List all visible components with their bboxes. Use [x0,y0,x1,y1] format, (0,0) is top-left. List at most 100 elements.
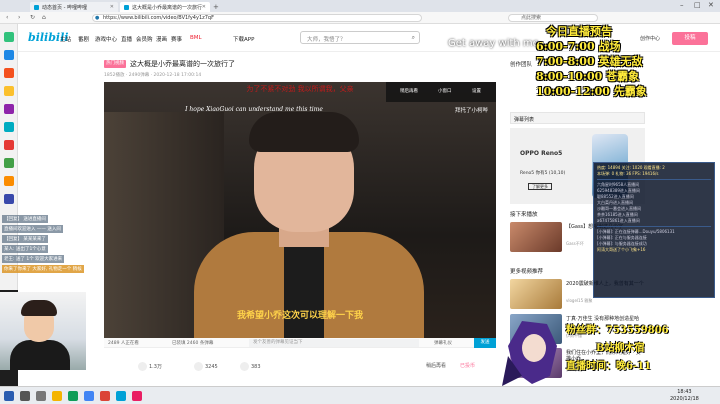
person-shirt [284,242,324,338]
lock-icon: ● [95,15,100,21]
video-player[interactable]: 为了不紧不对劲 我以所谓我，父亲 I hope XiaoGuoi can und… [104,82,496,338]
live-time-text: 直播时间：晚6-11 [566,361,652,372]
danmu-placeholder: 发个友善的弹幕见证当下 [253,340,303,345]
danmu-chat-overlay: 【回复】 送进直播间 直播间欢迎进入 —— 送入间 【回复】 某某某来了 某人:… [2,215,102,275]
new-tab-icon[interactable]: + [213,3,219,11]
schedule-line: 8:00-10:00 苍霸象 [536,70,640,83]
ad-brand: OPPO Reno5 [520,150,563,157]
watch-later-button[interactable]: 稍后再看 [400,88,418,94]
like-button[interactable]: 1.3万 [138,362,162,371]
nav-manga[interactable]: 漫画 [156,35,167,43]
clock-time: 18:43 [677,389,692,395]
ad-text: Reno5 你有5 (10,10) [520,171,566,176]
explorer-icon[interactable] [52,391,62,401]
subtitle-bottom: 我希望小乔这次可以理解一下我 [236,311,363,321]
system-clock[interactable]: 18:43 2020/12/18 [670,389,699,403]
tab-title: 动态首页 - 哔哩哔哩 [42,4,87,11]
sidebar-app-icon[interactable] [4,122,14,132]
home-icon[interactable]: ⌂ [42,14,46,21]
coin-count: 3245 [205,364,218,370]
character-face [522,334,546,362]
send-danmu-button[interactable]: 发送 [474,338,496,348]
settings-button[interactable]: 设置 [472,88,481,94]
search-icon[interactable]: ⌕ [412,34,415,42]
start-icon[interactable] [4,391,14,401]
stats-row: 本场弹: 0 礼物: 36 FPS: 19416/s [597,171,659,176]
close-icon[interactable]: ✕ [202,4,206,10]
sidebar-app-icon[interactable] [4,104,14,114]
bilibili-icon[interactable] [116,391,126,401]
divider [597,179,711,180]
schedule-title: 今日直播预告 [546,25,612,38]
star-icon [240,362,249,371]
nav-live[interactable]: 直播 [121,35,132,43]
refresh-icon[interactable]: ↻ [30,14,35,21]
creator-team-heading: 创作团队 [510,62,533,68]
browser-search-input[interactable]: 点此搜索 [508,14,598,22]
sidebar-app-icon[interactable] [4,68,14,78]
coin-button[interactable]: 3245 [194,362,218,371]
person-hair [249,112,359,152]
chat-line: 你来了你来了 大家好, 礼物走一个 稍候 [2,265,84,273]
rec-author: vlogel15 雅聚 [566,298,593,303]
rec-author: Gass不坏 [566,241,584,246]
close-icon[interactable]: ✕ [110,4,114,10]
app-icon[interactable] [132,391,142,401]
divider [597,226,711,227]
browser-tab[interactable]: 动态首页 - 哔哩哔哩 ✕ [30,2,118,12]
maximize-icon[interactable]: □ [694,1,701,9]
tab-title: 这大概是小乔最离谱的一次旅行 [131,4,202,11]
sidebar-app-icon[interactable] [4,140,14,150]
minimize-icon[interactable]: – [680,1,684,9]
back-icon[interactable]: ‹ [6,14,8,21]
nav-bml[interactable]: BML [190,35,202,41]
sidebar-app-icon[interactable] [4,86,14,96]
search-icon[interactable] [20,391,30,401]
sidebar-app-icon[interactable] [4,32,14,42]
forward-icon[interactable]: › [18,14,20,21]
nav-shop[interactable]: 会员购 [136,35,153,43]
task-view-icon[interactable] [36,391,46,401]
coined-badge[interactable]: 已投币 [460,362,475,369]
browser-icon[interactable] [84,391,94,401]
schedule-line: 7:00-8:00 英雄无敌 [536,55,643,68]
danmu-etiquette-link[interactable]: 弹幕礼仪 [434,340,452,346]
site-search-input[interactable]: 大师，我悟了？ ⌕ [300,31,420,44]
ad-learn-more-button[interactable]: 了解更多 [528,183,552,190]
schedule-line: 10:00-12:00 先霸象 [536,85,647,98]
schedule-overlay: 今日直播预告 6:00-7:00 战场 7:00-8:00 英雄无敌 8:00-… [536,24,647,99]
player-bottom-bar: 2489 人正在看 已装填 2460 条弹幕 发个友善的弹幕见证当下 弹幕礼仪 … [104,338,496,348]
danmu-list-header[interactable]: 弹幕列表 [510,112,645,124]
sidebar-app-icon[interactable] [4,50,14,60]
share-link[interactable]: 稍后再看 [426,362,446,369]
nav-game-center[interactable]: 游戏中心 [95,35,117,43]
sidebar-app-icon[interactable] [4,176,14,186]
sidebar-app-icon[interactable] [4,158,14,168]
like-count: 1.3万 [149,364,162,370]
close-window-icon[interactable]: ✕ [708,1,714,9]
browser-search-placeholder: 点此搜索 [521,15,542,21]
player-mini-toolbar: 稍后再看 小窗口 设置 [386,82,496,102]
stats-row: a67475861进入直播间 [597,218,640,223]
streamer-hair [21,300,57,316]
nav-esports[interactable]: 赛事 [171,35,182,43]
chat-line: 直播间欢迎进入 —— 送入间 [2,225,63,233]
mini-window-button[interactable]: 小窗口 [438,88,452,94]
nav-anime[interactable]: 番剧 [78,35,89,43]
browser-tab-active[interactable]: 这大概是小乔最离谱的一次旅行 ✕ [120,2,210,12]
chat-line: 【回复】 送进直播间 [2,215,48,223]
danmu-input[interactable]: 发个友善的弹幕见证当下 [249,339,419,347]
nav-download-app[interactable]: 下载APP [233,35,254,43]
chat-line: 【回复】 某某某来了 [2,235,48,243]
danmu-count: 已装填 2460 条弹幕 [172,341,214,346]
contribute-button[interactable]: 投稿 [672,32,708,45]
favorite-button[interactable]: 383 [240,362,261,371]
nav-home[interactable]: 主站 [60,35,71,43]
schedule-line: 6:00-7:00 战场 [536,40,621,53]
obs-icon[interactable] [100,391,110,401]
subtitle-top-en: I hope XiaoGuoi can understand me this t… [185,106,323,113]
sidebar-app-icon[interactable] [4,194,14,204]
url-input[interactable]: ● https://www.bilibili.com/video/BV1fy4y… [92,14,422,22]
stream-stats-panel: 热度: 14894 关注: 1020 观看直播: 2 本场弹: 0 礼物: 36… [593,162,715,298]
app-icon[interactable] [68,391,78,401]
